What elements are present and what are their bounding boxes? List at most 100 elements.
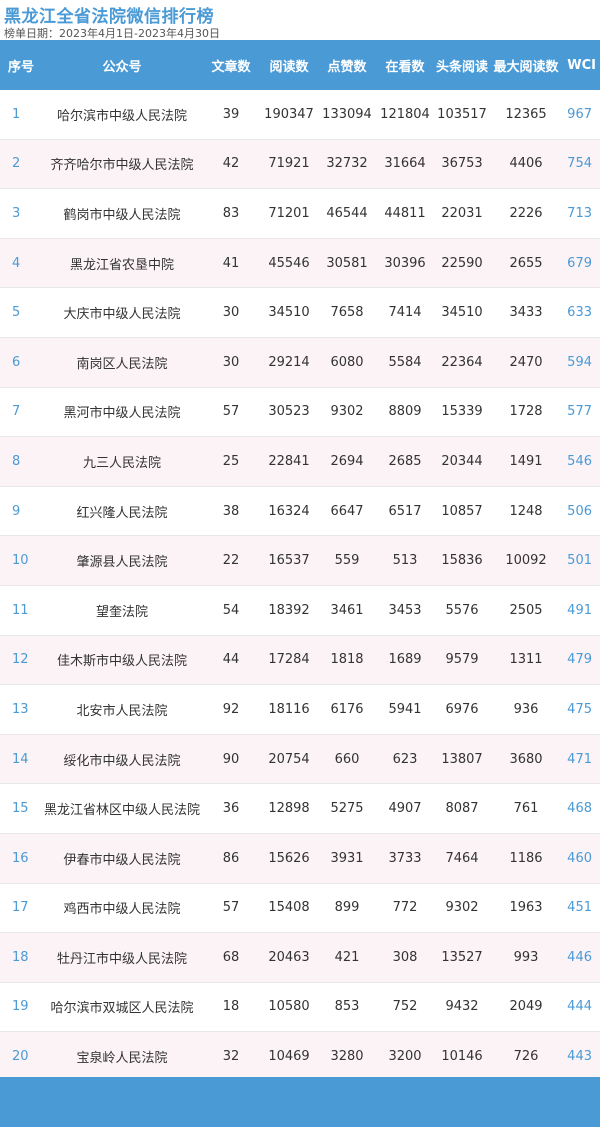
likes-cell: 899	[318, 883, 376, 934]
watching-cell: 30396	[376, 238, 434, 289]
articles-cell: 25	[202, 436, 260, 487]
ranking-table: 序号 公众号 文章数 阅读数 点赞数 在看数 头条阅读 最大阅读数 WCI 1哈…	[0, 40, 600, 1082]
wci-cell: 967	[562, 90, 600, 140]
column-header-wci[interactable]: WCI	[562, 40, 600, 90]
articles-cell: 30	[202, 287, 260, 338]
reads-cell: 34510	[260, 287, 318, 338]
rank-cell: 15	[0, 783, 42, 834]
headline-reads-cell: 13527	[434, 932, 490, 983]
watching-cell: 7414	[376, 287, 434, 338]
watching-cell: 8809	[376, 387, 434, 438]
date-range: 榜单日期：2023年4月1日-2023年4月30日	[4, 27, 220, 40]
headline-reads-cell: 22364	[434, 337, 490, 388]
table-body: 1 哈尔滨市中级人民法院 39 190347 133094 121804 103517 123…	[0, 90, 600, 1082]
column-header-max-reads[interactable]: 最大阅读数	[490, 40, 562, 90]
articles-cell: 92	[202, 684, 260, 735]
page-title: 黑龙江全省法院微信排行榜	[4, 7, 214, 27]
articles-cell: 41	[202, 238, 260, 289]
column-header-rank[interactable]: 序号	[0, 40, 42, 90]
account-name-cell[interactable]: 佳木斯市中级人民法院	[42, 635, 202, 686]
account-name-cell[interactable]: 齐齐哈尔市中级人民法院	[42, 139, 202, 190]
account-name-cell[interactable]: 望奎法院	[42, 585, 202, 636]
articles-cell: 32	[202, 1031, 260, 1082]
column-header-reads[interactable]: 阅读数	[260, 40, 318, 90]
headline-reads-cell: 10146	[434, 1031, 490, 1082]
watching-cell: 2685	[376, 436, 434, 487]
table-row: 19 哈尔滨市双城区人民法院 18 10580 853 752 9432 2049 444	[0, 982, 600, 1033]
watching-cell: 5941	[376, 684, 434, 735]
likes-cell: 660	[318, 734, 376, 785]
reads-cell: 71921	[260, 139, 318, 190]
reads-cell: 18116	[260, 684, 318, 735]
watching-cell: 772	[376, 883, 434, 934]
column-header-account[interactable]: 公众号	[42, 40, 202, 90]
table-row: 14 绥化市中级人民法院 90 20754 660 623 13807 3680 471	[0, 734, 600, 785]
table-row: 6 南岗区人民法院 30 29214 6080 5584 22364 2470 594	[0, 337, 600, 388]
likes-cell: 6176	[318, 684, 376, 735]
watching-cell: 623	[376, 734, 434, 785]
column-header-articles[interactable]: 文章数	[202, 40, 260, 90]
account-name-cell[interactable]: 牡丹江市中级人民法院	[42, 932, 202, 983]
max-reads-cell: 1311	[490, 635, 562, 686]
account-name-cell[interactable]: 黑河市中级人民法院	[42, 387, 202, 438]
headline-reads-cell: 7464	[434, 833, 490, 884]
max-reads-cell: 936	[490, 684, 562, 735]
account-name-cell[interactable]: 肇源县人民法院	[42, 535, 202, 586]
table-row: 2 齐齐哈尔市中级人民法院 42 71921 32732 31664 36753 4406 75…	[0, 139, 600, 190]
account-name-cell[interactable]: 鹤岗市中级人民法院	[42, 188, 202, 239]
account-name-cell[interactable]: 伊春市中级人民法院	[42, 833, 202, 884]
rank-cell: 6	[0, 337, 42, 388]
watching-cell: 752	[376, 982, 434, 1033]
reads-cell: 10469	[260, 1031, 318, 1082]
account-name-cell[interactable]: 南岗区人民法院	[42, 337, 202, 388]
watching-cell: 1689	[376, 635, 434, 686]
max-reads-cell: 10092	[490, 535, 562, 586]
wci-cell: 679	[562, 238, 600, 289]
rank-cell: 19	[0, 982, 42, 1033]
reads-cell: 10580	[260, 982, 318, 1033]
articles-cell: 22	[202, 535, 260, 586]
wci-cell: 475	[562, 684, 600, 735]
column-header-headline-reads[interactable]: 头条阅读	[434, 40, 490, 90]
account-name-cell[interactable]: 宝泉岭人民法院	[42, 1031, 202, 1082]
headline-reads-cell: 5576	[434, 585, 490, 636]
max-reads-cell: 2470	[490, 337, 562, 388]
max-reads-cell: 1491	[490, 436, 562, 487]
account-name-cell[interactable]: 哈尔滨市双城区人民法院	[42, 982, 202, 1033]
headline-reads-cell: 9432	[434, 982, 490, 1033]
account-name-cell[interactable]: 九三人民法院	[42, 436, 202, 487]
account-name-cell[interactable]: 哈尔滨市中级人民法院	[42, 90, 202, 140]
rank-cell: 11	[0, 585, 42, 636]
account-name-cell[interactable]: 大庆市中级人民法院	[42, 287, 202, 338]
max-reads-cell: 2226	[490, 188, 562, 239]
account-name-cell[interactable]: 黑龙江省林区中级人民法院	[42, 783, 202, 834]
wci-cell: 754	[562, 139, 600, 190]
likes-cell: 46544	[318, 188, 376, 239]
watching-cell: 44811	[376, 188, 434, 239]
account-name-cell[interactable]: 绥化市中级人民法院	[42, 734, 202, 785]
table-row: 4 黑龙江省农垦中院 41 45546 30581 30396 22590 2655 679	[0, 238, 600, 289]
headline-reads-cell: 8087	[434, 783, 490, 834]
account-name-cell[interactable]: 红兴隆人民法院	[42, 486, 202, 537]
reads-cell: 20463	[260, 932, 318, 983]
wci-cell: 633	[562, 287, 600, 338]
watching-cell: 31664	[376, 139, 434, 190]
account-name-cell[interactable]: 鸡西市中级人民法院	[42, 883, 202, 934]
table-row: 15 黑龙江省林区中级人民法院 36 12898 5275 4907 8087 761 468	[0, 783, 600, 834]
articles-cell: 42	[202, 139, 260, 190]
rank-cell: 3	[0, 188, 42, 239]
account-name-cell[interactable]: 北安市人民法院	[42, 684, 202, 735]
wci-cell: 443	[562, 1031, 600, 1082]
table-row: 16 伊春市中级人民法院 86 15626 3931 3733 7464 1186 460	[0, 833, 600, 884]
max-reads-cell: 761	[490, 783, 562, 834]
column-header-watching[interactable]: 在看数	[376, 40, 434, 90]
account-name-cell[interactable]: 黑龙江省农垦中院	[42, 238, 202, 289]
rank-cell: 2	[0, 139, 42, 190]
watching-cell: 3733	[376, 833, 434, 884]
max-reads-cell: 2505	[490, 585, 562, 636]
wci-cell: 444	[562, 982, 600, 1033]
reads-cell: 45546	[260, 238, 318, 289]
watching-cell: 3453	[376, 585, 434, 636]
max-reads-cell: 4406	[490, 139, 562, 190]
column-header-likes[interactable]: 点赞数	[318, 40, 376, 90]
